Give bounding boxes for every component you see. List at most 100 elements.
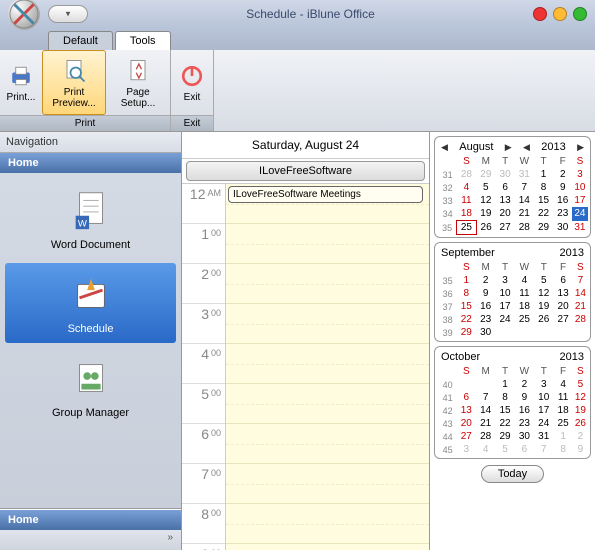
prev-year-icon[interactable]: ◀ xyxy=(523,142,530,153)
calendar-day[interactable]: 26 xyxy=(476,221,495,235)
calendar-day[interactable]: 3 xyxy=(534,378,553,391)
calendar-day[interactable]: 12 xyxy=(573,391,588,404)
calendar-day[interactable]: 25 xyxy=(553,417,572,430)
calendar-day[interactable]: 11 xyxy=(553,391,572,404)
calendar-day[interactable]: 18 xyxy=(553,404,572,417)
calendar-day[interactable]: 19 xyxy=(534,300,553,313)
calendar-day[interactable]: 26 xyxy=(573,417,588,430)
calendar-day[interactable]: 4 xyxy=(457,181,477,194)
slot-row[interactable] xyxy=(226,384,429,424)
calendar-day[interactable]: 30 xyxy=(515,430,534,443)
calendar-day[interactable]: 21 xyxy=(573,300,588,313)
calendar-day[interactable]: 27 xyxy=(553,313,572,326)
exit-button[interactable]: Exit xyxy=(171,50,213,115)
calendar-day[interactable]: 23 xyxy=(515,417,534,430)
nav-item-group-manager[interactable]: Group Manager xyxy=(5,347,177,427)
calendar-day[interactable]: 15 xyxy=(534,194,553,207)
calendar-day[interactable]: 30 xyxy=(553,221,572,235)
calendar-day[interactable]: 21 xyxy=(515,207,534,221)
calendar-day[interactable]: 1 xyxy=(495,378,514,391)
quick-access-dropdown[interactable] xyxy=(48,5,88,23)
calendar-day[interactable]: 9 xyxy=(515,391,534,404)
calendar-day[interactable]: 10 xyxy=(495,287,514,300)
nav-collapse-button[interactable]: » xyxy=(0,530,181,550)
calendar-day[interactable]: 29 xyxy=(476,168,495,181)
calendar-day[interactable]: 28 xyxy=(515,221,534,235)
calendar-day[interactable]: 24 xyxy=(495,313,514,326)
calendar-day[interactable]: 2 xyxy=(553,168,572,181)
slot-row[interactable] xyxy=(226,304,429,344)
calendar-day[interactable]: 17 xyxy=(495,300,514,313)
calendar-day[interactable]: 4 xyxy=(476,443,495,456)
calendar-day[interactable]: 27 xyxy=(496,221,515,235)
calendar-day[interactable] xyxy=(573,326,588,339)
calendar-day[interactable]: 28 xyxy=(476,430,495,443)
calendar-day[interactable]: 7 xyxy=(476,391,495,404)
calendar-day[interactable]: 18 xyxy=(515,300,534,313)
calendar-day[interactable] xyxy=(534,326,553,339)
calendar-day[interactable]: 17 xyxy=(572,194,587,207)
calendar-day[interactable]: 2 xyxy=(476,274,495,287)
calendar-day[interactable]: 15 xyxy=(495,404,514,417)
calendar-day[interactable]: 10 xyxy=(572,181,587,194)
nav-item-word-document[interactable]: W Word Document xyxy=(5,179,177,259)
calendar-day[interactable]: 7 xyxy=(534,443,553,456)
calendar-day[interactable]: 14 xyxy=(476,404,495,417)
calendar-day[interactable]: 2 xyxy=(515,378,534,391)
calendar-day[interactable]: 8 xyxy=(495,391,514,404)
calendar-day[interactable]: 1 xyxy=(553,430,572,443)
slot-row[interactable] xyxy=(226,224,429,264)
calendar-day[interactable]: 16 xyxy=(515,404,534,417)
calendar-day[interactable]: 28 xyxy=(457,168,477,181)
calendar-day[interactable]: 30 xyxy=(496,168,515,181)
calendar-day[interactable]: 20 xyxy=(457,417,476,430)
calendar-day[interactable]: 13 xyxy=(496,194,515,207)
calendar-day[interactable]: 11 xyxy=(457,194,477,207)
nav-item-schedule[interactable]: Schedule xyxy=(5,263,177,343)
calendar-day[interactable]: 24 xyxy=(572,207,587,221)
slot-row[interactable] xyxy=(226,544,429,550)
calendar-day[interactable]: 16 xyxy=(476,300,495,313)
allday-event[interactable]: ILoveFreeSoftware xyxy=(186,161,425,181)
next-month-icon[interactable]: ▶ xyxy=(505,142,512,153)
calendar-day[interactable]: 14 xyxy=(573,287,588,300)
calendar-day[interactable] xyxy=(495,326,514,339)
tab-default[interactable]: Default xyxy=(48,31,113,50)
slot-row[interactable] xyxy=(226,464,429,504)
calendar-day[interactable]: 20 xyxy=(553,300,572,313)
calendar-day[interactable]: 7 xyxy=(573,274,588,287)
slot-row[interactable] xyxy=(226,344,429,384)
calendar-day[interactable]: 20 xyxy=(496,207,515,221)
calendar-day[interactable]: 31 xyxy=(572,221,587,235)
calendar-day[interactable]: 12 xyxy=(476,194,495,207)
calendar-day[interactable]: 29 xyxy=(457,326,476,339)
tab-tools[interactable]: Tools xyxy=(115,31,171,50)
print-preview-button[interactable]: Print Preview... xyxy=(42,50,106,115)
calendar-day[interactable]: 5 xyxy=(534,274,553,287)
calendar-day[interactable] xyxy=(553,326,572,339)
calendar-day[interactable]: 22 xyxy=(457,313,476,326)
calendar-day[interactable]: 5 xyxy=(495,443,514,456)
slot-row[interactable] xyxy=(226,504,429,544)
calendar-day[interactable]: 1 xyxy=(457,274,476,287)
calendar-day[interactable]: 6 xyxy=(457,391,476,404)
calendar-day[interactable]: 31 xyxy=(515,168,534,181)
calendar-day[interactable] xyxy=(515,326,534,339)
calendar-day[interactable]: 6 xyxy=(496,181,515,194)
calendar-day[interactable]: 10 xyxy=(534,391,553,404)
calendar-day[interactable]: 22 xyxy=(534,207,553,221)
calendar-day[interactable]: 16 xyxy=(553,194,572,207)
calendar-day[interactable]: 22 xyxy=(495,417,514,430)
page-setup-button[interactable]: Page Setup... xyxy=(106,50,170,115)
calendar-day[interactable]: 2 xyxy=(573,430,588,443)
close-window-icon[interactable] xyxy=(533,7,547,21)
nav-section-home[interactable]: Home xyxy=(0,153,181,173)
minimize-window-icon[interactable] xyxy=(553,7,567,21)
calendar-day[interactable]: 3 xyxy=(495,274,514,287)
calendar-day[interactable]: 11 xyxy=(515,287,534,300)
calendar-day[interactable]: 8 xyxy=(553,443,572,456)
calendar-day[interactable]: 15 xyxy=(457,300,476,313)
print-button[interactable]: Print... xyxy=(0,50,42,115)
next-year-icon[interactable]: ▶ xyxy=(577,142,584,153)
calendar-day[interactable] xyxy=(457,378,476,391)
